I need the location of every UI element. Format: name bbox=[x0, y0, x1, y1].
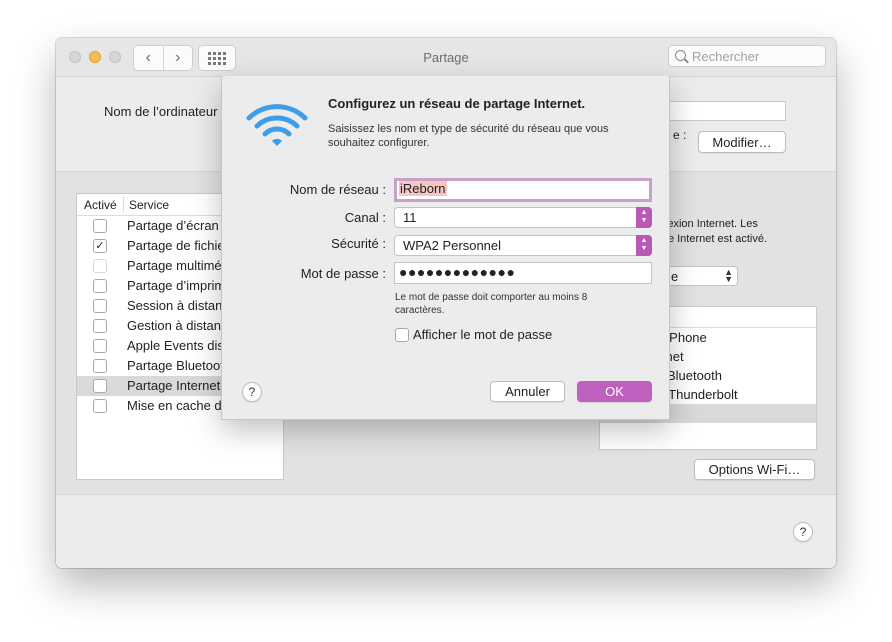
service-name: Partage d’écran bbox=[127, 218, 219, 233]
password-label: Mot de passe : bbox=[300, 266, 386, 281]
channel-label: Canal : bbox=[344, 210, 386, 225]
modify-button[interactable]: Modifier… bbox=[698, 131, 786, 153]
search-field[interactable]: Rechercher bbox=[668, 45, 826, 67]
service-name: Mise en cache de bbox=[127, 398, 229, 413]
service-name: Partage Bluetoot bbox=[127, 358, 224, 373]
security-value: WPA2 Personnel bbox=[403, 238, 502, 253]
password-value: ●●●●●●●●●●●●● bbox=[399, 264, 516, 280]
checkmark-icon: ✓ bbox=[95, 240, 105, 252]
cancel-button[interactable]: Annuler bbox=[490, 381, 565, 402]
service-checkbox[interactable] bbox=[93, 379, 107, 393]
show-password-checkbox[interactable] bbox=[395, 328, 409, 342]
service-name: Apple Events dis bbox=[127, 338, 224, 353]
service-checkbox[interactable] bbox=[93, 339, 107, 353]
local-hostname-label: e : bbox=[673, 128, 687, 142]
help-button[interactable]: ? bbox=[793, 522, 813, 542]
updown-arrows-icon: ▲ ▼ bbox=[724, 267, 733, 284]
service-checkbox[interactable] bbox=[93, 219, 107, 233]
password-field[interactable]: ●●●●●●●●●●●●● bbox=[394, 262, 652, 284]
service-checkbox[interactable] bbox=[93, 359, 107, 373]
network-name-value: iReborn bbox=[399, 181, 447, 196]
channel-popup[interactable]: 11 ▲ ▼ bbox=[394, 207, 652, 228]
sheet-description: Saisissez les nom et type de sécurité du… bbox=[328, 123, 609, 149]
footer-area bbox=[56, 495, 836, 568]
security-label: Sécurité : bbox=[331, 236, 386, 251]
title-bar: ‹ › Partage Rechercher bbox=[56, 38, 836, 77]
service-checkbox[interactable] bbox=[93, 399, 107, 413]
updown-arrows-icon: ▲ ▼ bbox=[636, 235, 652, 256]
service-name: Partage Internet bbox=[127, 378, 221, 393]
wifi-options-button[interactable]: Options Wi-Fi… bbox=[694, 459, 815, 480]
service-checkbox[interactable]: ✓ bbox=[93, 239, 107, 253]
computer-name-field[interactable] bbox=[669, 101, 786, 121]
service-name: Session à distanc bbox=[127, 298, 229, 313]
service-name: Gestion à distanc bbox=[127, 318, 228, 333]
ok-button[interactable]: OK bbox=[577, 381, 652, 402]
network-name-field[interactable]: iReborn bbox=[394, 178, 652, 202]
service-checkbox[interactable] bbox=[93, 299, 107, 313]
share-from-value: e bbox=[671, 269, 679, 284]
internet-sharing-sheet: Configurez un réseau de partage Internet… bbox=[221, 76, 670, 420]
computer-name-label: Nom de l’ordinateur bbox=[104, 104, 218, 119]
updown-arrows-icon: ▲ ▼ bbox=[636, 207, 652, 228]
service-checkbox[interactable] bbox=[93, 319, 107, 333]
service-checkbox bbox=[93, 259, 107, 273]
wifi-icon bbox=[246, 104, 308, 146]
service-name: Partage multiméd bbox=[127, 258, 229, 273]
sheet-help-button[interactable]: ? bbox=[242, 382, 262, 402]
network-name-label: Nom de réseau : bbox=[289, 182, 386, 197]
show-password-label: Afficher le mot de passe bbox=[413, 327, 553, 342]
security-popup[interactable]: WPA2 Personnel ▲ ▼ bbox=[394, 235, 652, 256]
password-hint: Le mot de passe doit comporter au moins … bbox=[395, 292, 588, 316]
search-placeholder: Rechercher bbox=[692, 49, 760, 64]
search-icon bbox=[675, 50, 686, 61]
service-name: Partage de fichie bbox=[127, 238, 225, 253]
channel-value: 11 bbox=[403, 210, 417, 225]
column-header-enabled[interactable]: Activé bbox=[84, 198, 117, 212]
sheet-title: Configurez un réseau de partage Internet… bbox=[328, 96, 586, 111]
service-checkbox[interactable] bbox=[93, 279, 107, 293]
column-header-service[interactable]: Service bbox=[129, 198, 169, 212]
service-name: Partage d’imprim bbox=[127, 278, 226, 293]
